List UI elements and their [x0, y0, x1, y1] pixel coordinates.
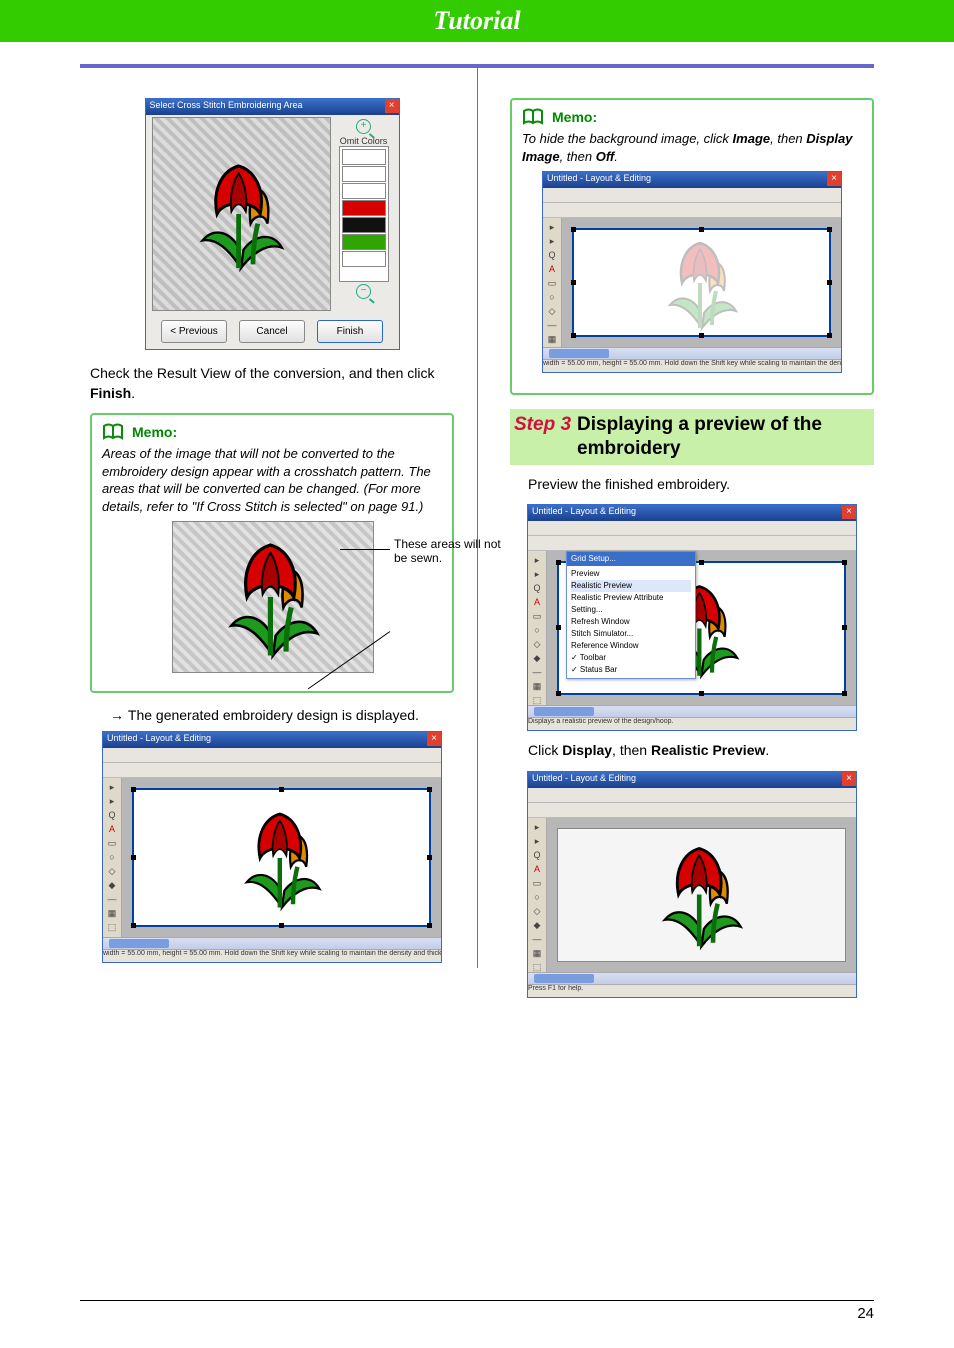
scrollbar-h[interactable] — [528, 972, 856, 984]
page-footer: 24 — [80, 1300, 874, 1322]
app-title: Untitled - Layout & Editing — [103, 732, 441, 748]
memo-title: Memo: — [552, 109, 597, 125]
figure-layout-editing-faded: Untitled - Layout & Editing × ▸▸QA▭○◇—▦ — [542, 171, 842, 373]
close-icon[interactable]: × — [827, 172, 841, 186]
finish-button[interactable]: Finish — [317, 320, 383, 343]
scrollbar-h[interactable] — [528, 705, 856, 717]
app-menu-bar[interactable] — [528, 788, 856, 803]
app-menu-bar[interactable] — [543, 188, 841, 203]
close-icon[interactable]: × — [842, 772, 856, 786]
step-label: Step 3 — [514, 414, 571, 435]
book-icon — [102, 423, 124, 441]
app-toolbar[interactable] — [528, 536, 856, 551]
figure-display-menu: Untitled - Layout & Editing × ▸▸QA▭○◇◆—▦… — [527, 504, 857, 731]
app-toolbar[interactable] — [103, 763, 441, 778]
check-result-text: Check the Result View of the conversion,… — [90, 364, 454, 403]
omit-colors-label: Omit Colors — [340, 136, 388, 146]
app-canvas[interactable] — [572, 228, 831, 337]
hatched-callout-text: These areas will not be sewn. — [394, 537, 504, 565]
zoom-in-icon[interactable] — [356, 119, 371, 134]
app-toolbar[interactable] — [543, 203, 841, 218]
book-icon — [522, 108, 544, 126]
memo2-body: To hide the background image, click Imag… — [522, 130, 862, 165]
zoom-out-icon[interactable] — [356, 284, 371, 299]
status-bar: Press F1 for help. — [528, 984, 856, 997]
step3-heading: Step 3Displaying a preview of the Step 3… — [510, 409, 874, 465]
status-bar: Displays a realistic preview of the desi… — [528, 717, 856, 730]
status-bar: width = 55.00 mm, height = 55.00 mm. Hol… — [103, 949, 441, 962]
step3-title-line2: embroidery — [577, 438, 680, 459]
scrollbar-h[interactable] — [543, 347, 841, 359]
dialog-preview-area — [152, 117, 331, 311]
side-toolbar[interactable]: ▸▸QA▭○◇◆—▦⬚ — [528, 551, 547, 705]
close-icon[interactable]: × — [385, 99, 399, 113]
app-canvas[interactable] — [132, 788, 431, 927]
app-menu-bar[interactable] — [103, 748, 441, 763]
dialog-title: Select Cross Stitch Embroidering Area — [146, 99, 399, 115]
scrollbar-h[interactable] — [103, 937, 441, 949]
column-divider — [477, 68, 478, 968]
preview-finished-text: Preview the finished embroidery. — [528, 475, 874, 495]
app-toolbar[interactable] — [528, 803, 856, 818]
figure-layout-editing-generated: Untitled - Layout & Editing × ▸▸QA▭○◇◆—▦… — [102, 731, 442, 963]
omit-colors-list[interactable] — [339, 146, 389, 282]
figure-cross-stitch-dialog: Select Cross Stitch Embroidering Area × … — [145, 98, 400, 350]
click-display-text: Click Display, then Realistic Preview. — [528, 741, 874, 761]
header-title: Tutorial — [433, 6, 520, 36]
memo-body: Areas of the image that will not be conv… — [102, 445, 442, 515]
side-toolbar[interactable]: ▸▸QA▭○◇◆—▦⬚ — [528, 818, 547, 972]
memo-box-hide-bg: Memo: To hide the background image, clic… — [510, 98, 874, 395]
app-menu-bar[interactable] — [528, 521, 856, 536]
side-toolbar[interactable]: ▸▸QA▭○◇—▦ — [543, 218, 562, 347]
app-canvas[interactable] — [557, 828, 846, 962]
app-title: Untitled - Layout & Editing — [543, 172, 841, 188]
memo-box-areas: Memo: Areas of the image that will not b… — [90, 413, 454, 693]
close-icon[interactable]: × — [427, 732, 441, 746]
status-bar: width = 55.00 mm, height = 55.00 mm. Hol… — [543, 359, 841, 372]
app-title: Untitled - Layout & Editing — [528, 505, 856, 521]
page-number: 24 — [857, 1305, 874, 1322]
arrow-generated-design: → The generated embroidery design is dis… — [110, 707, 454, 723]
display-dropdown-menu[interactable]: Grid Setup... Preview Realistic Preview … — [566, 551, 696, 679]
side-toolbar[interactable]: ▸▸QA▭○◇◆—▦⬚ — [103, 778, 122, 937]
app-title: Untitled - Layout & Editing — [528, 772, 856, 788]
cancel-button[interactable]: Cancel — [239, 320, 305, 343]
close-icon[interactable]: × — [842, 505, 856, 519]
memo-title: Memo: — [132, 424, 177, 440]
previous-button[interactable]: < Previous — [161, 320, 227, 343]
figure-hatched-areas: These areas will not be sewn. — [172, 521, 372, 681]
page-header: Tutorial — [0, 0, 954, 42]
figure-realistic-preview: Untitled - Layout & Editing × ▸▸QA▭○◇◆—▦… — [527, 771, 857, 998]
step3-title-line1: Displaying a preview of the — [577, 414, 822, 435]
